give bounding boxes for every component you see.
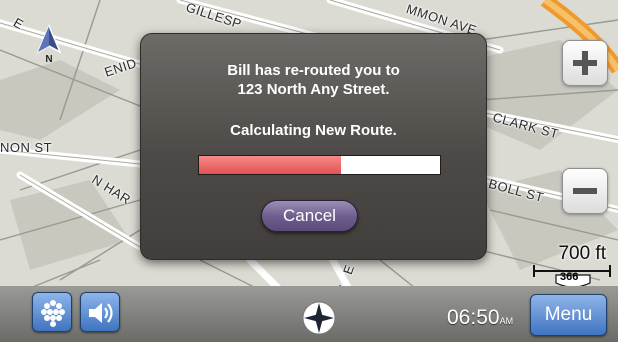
volume-button[interactable] <box>80 292 120 332</box>
route-progress-bar <box>198 155 441 175</box>
apps-grid-icon <box>41 300 65 327</box>
zoom-in-button[interactable] <box>562 40 608 86</box>
bottom-toolbar: 06:50AM Menu <box>0 286 618 342</box>
speaker-icon <box>89 303 113 323</box>
cancel-button[interactable]: Cancel <box>261 200 358 232</box>
svg-text:N: N <box>45 54 52 64</box>
dialog-message-line-1: Bill has re-routed you to <box>227 62 400 79</box>
street-label: NON ST <box>0 140 53 155</box>
map-scale: 700 ft 366 <box>532 243 612 291</box>
minus-icon <box>573 188 597 194</box>
route-progress-fill <box>199 156 342 174</box>
clock: 06:50AM <box>447 306 513 330</box>
plus-icon <box>573 51 597 75</box>
scale-distance: 700 ft <box>558 243 606 264</box>
reroute-dialog: Bill has re-routed you to 123 North Any … <box>140 33 487 260</box>
apps-button[interactable] <box>32 292 72 332</box>
dialog-status-text: Calculating New Route. <box>230 122 397 139</box>
clock-time: 06:50 <box>447 306 500 329</box>
dialog-message-line-2: 123 North Any Street. <box>237 81 390 98</box>
clock-ampm: AM <box>499 316 514 326</box>
route-shield-number: 366 <box>560 271 579 283</box>
north-arrow-icon[interactable]: N <box>34 24 64 65</box>
menu-button[interactable]: Menu <box>530 294 607 336</box>
navigation-screen: GILLESP MMON AVE ENID NON ST N HAR CLARK… <box>0 0 618 342</box>
compass-icon[interactable] <box>301 300 337 336</box>
zoom-out-button[interactable] <box>562 168 608 214</box>
